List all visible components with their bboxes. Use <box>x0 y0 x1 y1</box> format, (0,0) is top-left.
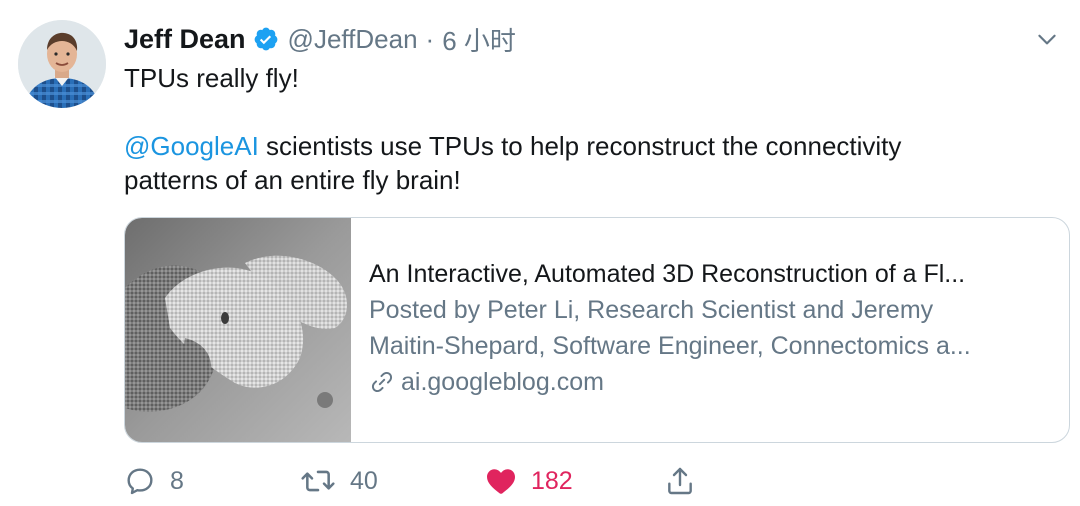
reply-icon <box>127 468 153 495</box>
tweet-text-segment: scientists use TPUs to help reconstruct … <box>258 131 902 161</box>
tweet[interactable]: Jeff Dean @JeffDean · 6 小时 TPUs really f… <box>0 0 1080 506</box>
share-button[interactable] <box>664 460 696 502</box>
mention-link[interactable]: @GoogleAI <box>124 131 259 161</box>
like-count: 182 <box>531 466 573 495</box>
card-description-line: Maitin-Shepard, Software Engineer, Conne… <box>369 332 971 360</box>
retweet-button[interactable]: 40 <box>300 460 378 502</box>
card-domain[interactable]: ai.googleblog.com <box>369 364 1051 400</box>
card-domain-text: ai.googleblog.com <box>401 368 604 396</box>
tweet-header: Jeff Dean @JeffDean · 6 小时 <box>124 22 516 56</box>
retweet-icon <box>301 470 335 492</box>
card-body: An Interactive, Automated 3D Reconstruct… <box>351 218 1069 442</box>
chevron-down-icon[interactable] <box>1030 22 1064 56</box>
avatar[interactable] <box>18 20 106 108</box>
link-icon <box>371 371 393 393</box>
card-description-line: Posted by Peter Li, Research Scientist a… <box>369 296 934 324</box>
like-button[interactable]: 182 <box>485 460 573 502</box>
author-name[interactable]: Jeff Dean <box>124 24 246 55</box>
card-description: Posted by Peter Li, Research Scientist a… <box>369 292 1051 364</box>
retweet-count: 40 <box>350 466 378 495</box>
reply-count: 8 <box>170 466 184 495</box>
tweet-text-line: patterns of an entire fly brain! <box>124 165 461 195</box>
heart-icon <box>487 469 515 494</box>
reply-button[interactable]: 8 <box>124 460 184 502</box>
share-icon <box>668 467 692 495</box>
tweet-text-line: @GoogleAI scientists use TPUs to help re… <box>124 129 1024 163</box>
link-card[interactable]: An Interactive, Automated 3D Reconstruct… <box>124 217 1070 443</box>
header-separator: · <box>425 23 435 54</box>
tweet-text-line: TPUs really fly! <box>124 63 299 93</box>
tweet-timestamp[interactable]: 6 小时 <box>442 21 516 58</box>
tweet-text: TPUs really fly! @GoogleAI scientists us… <box>124 61 1024 197</box>
verified-badge-icon <box>253 26 279 52</box>
card-title[interactable]: An Interactive, Automated 3D Reconstruct… <box>369 256 1051 292</box>
card-thumbnail[interactable] <box>125 218 351 442</box>
author-handle[interactable]: @JeffDean <box>288 24 418 55</box>
